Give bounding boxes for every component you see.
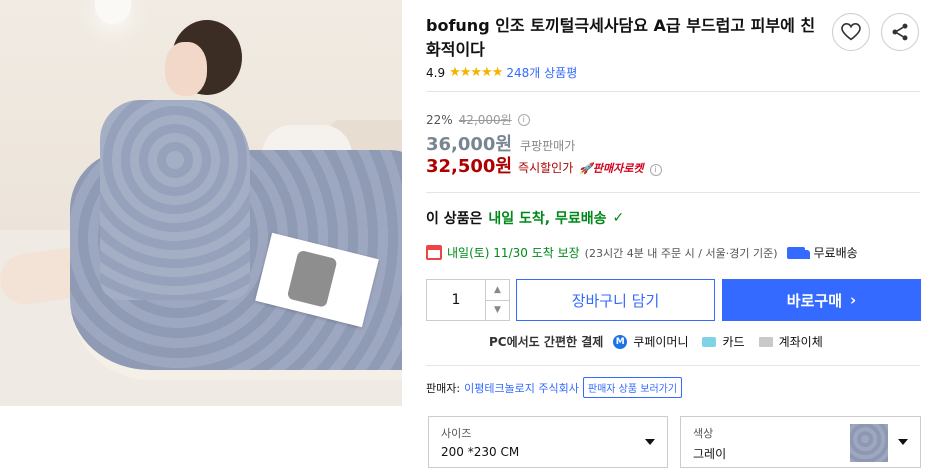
chevron-right-icon: › bbox=[850, 291, 857, 309]
free-shipping-prefix: 이 상품은 bbox=[426, 211, 483, 227]
photo-face bbox=[165, 42, 207, 96]
photo-blanket-wrap bbox=[100, 100, 250, 300]
discount-rate: 22% bbox=[426, 112, 453, 127]
discount-row: 22% 42,000원 i bbox=[426, 111, 530, 128]
quantity-buttons: ▲ ▼ bbox=[485, 280, 509, 320]
heart-icon bbox=[841, 23, 861, 41]
review-count-link[interactable]: 248개 상품평 bbox=[506, 64, 577, 81]
divider bbox=[426, 91, 920, 92]
quantity-decrease-button[interactable]: ▼ bbox=[486, 299, 509, 321]
delivery-date: 내일(토) 11/30 도착 보장 bbox=[447, 246, 580, 260]
rating-value: 4.9 bbox=[426, 65, 446, 80]
coupay-label: 쿠페이머니 bbox=[633, 335, 689, 349]
coupay-icon: M bbox=[613, 334, 628, 349]
delivery-row: 내일(토) 11/30 도착 보장 (23시간 4분 내 주문 시 / 서울·경… bbox=[426, 244, 858, 261]
payment-methods: PC에서도 간편한 결제 M 쿠페이머니 카드 계좌이체 bbox=[489, 333, 823, 350]
original-price: 42,000원 bbox=[458, 113, 512, 127]
instant-price-label: 즉시할인가 bbox=[518, 161, 574, 175]
star-icons: ★★★★★ bbox=[449, 65, 503, 80]
card-icon bbox=[702, 336, 717, 347]
info-icon[interactable]: i bbox=[649, 163, 662, 176]
seller-products-button[interactable]: 판매자 상품 보러가기 bbox=[582, 377, 683, 398]
wishlist-button[interactable] bbox=[832, 13, 870, 51]
seller-label: 판매자: bbox=[426, 381, 461, 395]
rating-row: 4.9 ★★★★★ 248개 상품평 bbox=[426, 64, 577, 81]
payment-lead: PC에서도 간편한 결제 bbox=[489, 335, 604, 349]
seller-rocket-badge: 🚀판매자로켓 bbox=[579, 162, 644, 175]
check-icon: ✓ bbox=[612, 210, 625, 226]
quantity-increase-button[interactable]: ▲ bbox=[486, 280, 509, 300]
truck-icon bbox=[786, 246, 810, 259]
card-label: 카드 bbox=[722, 335, 745, 349]
instant-price-row: 32,500원 즉시할인가 🚀판매자로켓 i bbox=[426, 152, 662, 178]
seller-name-link[interactable]: 이평테크놀로지 주식회사 bbox=[464, 380, 579, 396]
color-select[interactable]: 색상 그레이 bbox=[680, 416, 921, 468]
divider bbox=[426, 365, 920, 366]
free-shipping-banner: 이 상품은 내일 도착, 무료배송 ✓ bbox=[426, 208, 624, 228]
delivery-note: (23시간 4분 내 주문 시 / 서울·경기 기준) bbox=[584, 246, 778, 260]
size-caption: 사이즈 bbox=[441, 427, 472, 440]
size-select[interactable]: 사이즈 200 *230 CM bbox=[428, 416, 668, 468]
chevron-down-icon bbox=[898, 439, 908, 445]
chevron-down-icon bbox=[645, 439, 655, 445]
calendar-icon bbox=[426, 245, 442, 260]
share-button[interactable] bbox=[881, 13, 919, 51]
bank-transfer-icon bbox=[758, 336, 773, 347]
divider bbox=[426, 192, 920, 193]
quantity-input[interactable]: 1 bbox=[427, 280, 485, 320]
free-shipping-highlight: 내일 도착, 무료배송 bbox=[488, 211, 607, 227]
product-title: bofung 인조 토끼털극세사담요 A급 부드럽고 피부에 친화적이다 bbox=[426, 16, 816, 59]
info-icon[interactable]: i bbox=[517, 113, 530, 126]
quantity-stepper[interactable]: 1 ▲ ▼ bbox=[426, 279, 510, 321]
buy-now-label: 바로구매 bbox=[786, 291, 842, 310]
share-icon bbox=[892, 23, 908, 41]
free-delivery-label: 무료배송 bbox=[813, 246, 858, 260]
bank-transfer-label: 계좌이체 bbox=[778, 335, 823, 349]
buy-now-button[interactable]: 바로구매 › bbox=[722, 279, 921, 321]
seller-row: 판매자: 이평테크놀로지 주식회사 판매자 상품 보러가기 bbox=[426, 377, 683, 398]
product-image[interactable] bbox=[0, 0, 402, 406]
instant-price: 32,500원 bbox=[426, 156, 513, 177]
color-thumbnail bbox=[850, 424, 888, 462]
size-value: 200 *230 CM bbox=[441, 445, 520, 459]
add-to-cart-button[interactable]: 장바구니 담기 bbox=[516, 279, 715, 321]
